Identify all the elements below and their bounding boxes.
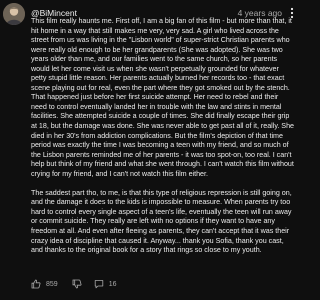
thumbs-down-icon[interactable]: [72, 279, 82, 289]
like-count: 859: [46, 280, 58, 288]
comment-actions: 859 16: [31, 277, 116, 291]
comment-body: This film really haunts me. First off, I…: [31, 17, 296, 265]
user-avatar-image: [3, 3, 25, 25]
thumbs-up-icon[interactable]: [31, 279, 41, 289]
comment-paragraph-1: This film really haunts me. First off, I…: [31, 17, 294, 178]
avatar[interactable]: [3, 3, 25, 25]
comment-bubble-icon[interactable]: [94, 279, 104, 289]
comment: @BiMincent 4 years ago This film really …: [0, 0, 300, 300]
reply-count[interactable]: 16: [109, 281, 117, 288]
comment-paragraph-2: The saddest part tho, to me, is that thi…: [31, 188, 292, 255]
